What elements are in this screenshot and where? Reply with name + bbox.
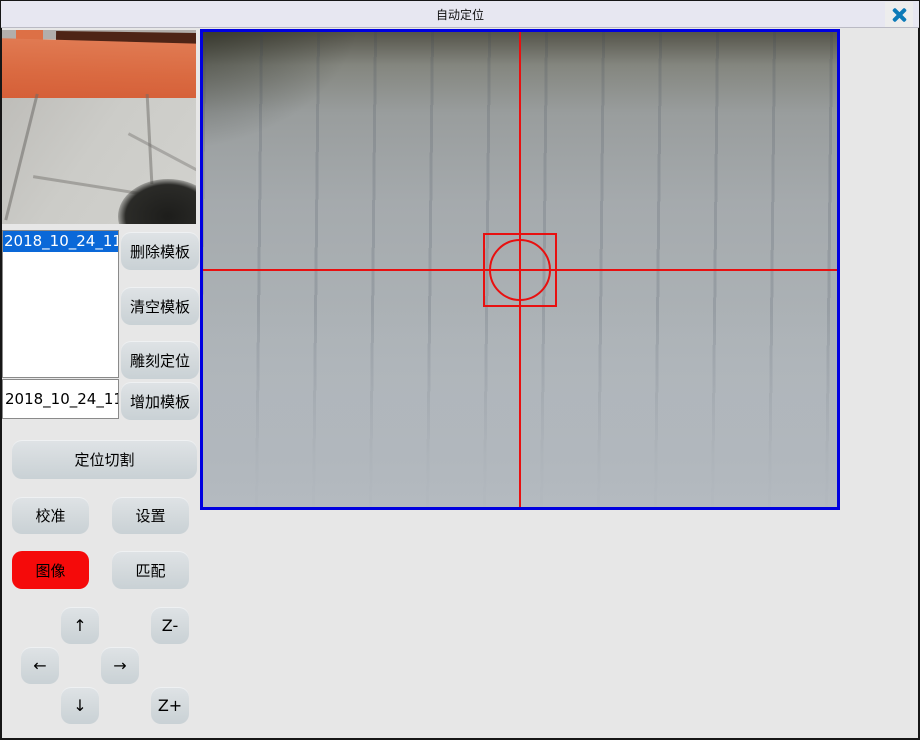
engrave-position-button[interactable]: 雕刻定位 xyxy=(121,341,199,379)
camera-feed-image xyxy=(203,32,837,507)
jog-left-button[interactable]: ← xyxy=(21,647,59,684)
tile-grout-line xyxy=(4,94,38,221)
auto-position-dialog: 自动定位 2018_10_24_11 删除模板 清空模板 雕刻定位 增加模板 定… xyxy=(0,0,920,740)
jog-down-button[interactable]: ↓ xyxy=(61,687,99,724)
delete-template-button[interactable]: 删除模板 xyxy=(121,232,199,270)
template-list[interactable]: 2018_10_24_11 xyxy=(2,230,119,378)
jog-right-button[interactable]: → xyxy=(101,647,139,684)
thumbnail-tile-floor xyxy=(2,98,196,224)
clear-templates-button[interactable]: 清空模板 xyxy=(121,287,199,325)
settings-button[interactable]: 设置 xyxy=(112,497,189,534)
thumbnail-orange-beam xyxy=(2,38,196,104)
dialog-title: 自动定位 xyxy=(436,6,484,23)
template-thumbnail xyxy=(2,30,196,224)
target-circle-overlay xyxy=(489,239,551,301)
tile-grout-line xyxy=(146,94,154,184)
position-cut-button[interactable]: 定位切割 xyxy=(12,440,197,479)
camera-view[interactable] xyxy=(200,29,840,510)
calibrate-button[interactable]: 校准 xyxy=(12,497,89,534)
titlebar: 自动定位 xyxy=(1,1,919,28)
match-button[interactable]: 匹配 xyxy=(112,551,189,589)
jog-z-minus-button[interactable]: Z- xyxy=(151,607,189,644)
image-button-active[interactable]: 图像 xyxy=(12,551,89,589)
template-list-item-selected[interactable]: 2018_10_24_11 xyxy=(3,231,118,252)
close-icon xyxy=(892,7,907,22)
add-template-button[interactable]: 增加模板 xyxy=(121,382,199,420)
jog-z-plus-button[interactable]: Z+ xyxy=(151,687,189,724)
thumbnail-dark-object xyxy=(118,179,196,224)
jog-up-button[interactable]: ↑ xyxy=(61,607,99,644)
template-name-input[interactable] xyxy=(2,379,119,419)
close-button[interactable] xyxy=(885,2,913,27)
